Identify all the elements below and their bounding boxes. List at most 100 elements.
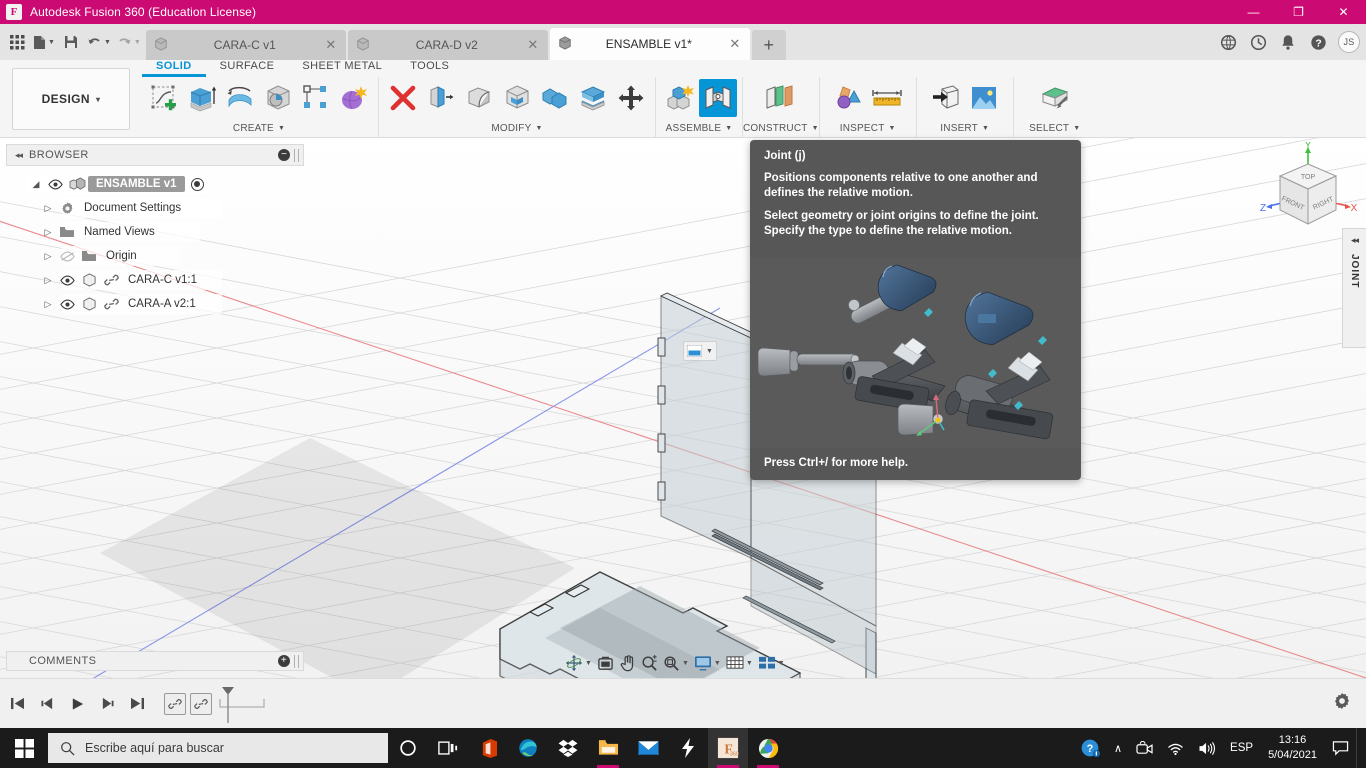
comments-panel-header[interactable]: COMMENTS +: [6, 651, 304, 671]
clock-icon[interactable]: [1244, 28, 1272, 56]
visibility-eye-off-icon[interactable]: [56, 251, 78, 262]
tree-expand-arrow[interactable]: ▷: [40, 203, 56, 214]
edge-icon[interactable]: [508, 728, 548, 768]
document-tab-cara-c[interactable]: CARA-C v1 ✕: [145, 30, 346, 60]
document-tab-close[interactable]: ✕: [526, 37, 540, 53]
tree-expand-arrow[interactable]: ▷: [40, 251, 56, 262]
volume-icon[interactable]: [1191, 728, 1223, 768]
timeline-joint-feature-2[interactable]: [190, 692, 212, 715]
redo-caret[interactable]: ▼: [134, 39, 141, 46]
extrude-icon[interactable]: [183, 79, 221, 117]
ribbon-panel-modify-label[interactable]: MODIFY ▼: [379, 119, 655, 138]
browser-minimize-icon[interactable]: −: [278, 149, 290, 161]
office-icon[interactable]: [468, 728, 508, 768]
view-cube[interactable]: Y X Z TOP FRONT RIGHT: [1256, 140, 1360, 240]
app-grid-icon[interactable]: [4, 28, 30, 56]
lightshot-icon[interactable]: [668, 728, 708, 768]
fit-icon[interactable]: ▼: [661, 652, 691, 674]
comments-add-icon[interactable]: +: [278, 655, 290, 667]
pan-icon[interactable]: [617, 652, 638, 674]
taskbar-search-box[interactable]: Escribe aquí para buscar: [48, 733, 388, 763]
file-explorer-icon[interactable]: [588, 728, 628, 768]
look-at-icon[interactable]: [595, 652, 616, 674]
orbit-caret[interactable]: ▼: [585, 660, 592, 667]
bell-icon[interactable]: [1274, 28, 1302, 56]
fit-caret[interactable]: ▼: [682, 660, 689, 667]
new-component-icon[interactable]: [661, 79, 699, 117]
tree-item-cara-a[interactable]: ▷ CARA-A v2:1: [6, 292, 304, 316]
tab-sheet-metal[interactable]: SHEET METAL: [288, 60, 396, 77]
user-avatar[interactable]: JS: [1338, 31, 1360, 53]
show-desktop-button[interactable]: [1356, 728, 1364, 768]
tree-item-document-settings[interactable]: ▷ Document Settings: [6, 196, 304, 220]
joint-panel-collapse-icon[interactable]: ◂◂: [1351, 235, 1359, 246]
ribbon-panel-insert-label[interactable]: INSERT ▼: [917, 119, 1013, 138]
form-icon[interactable]: [335, 79, 373, 117]
zoom-icon[interactable]: [639, 652, 660, 674]
browser-resize-grip[interactable]: [294, 148, 299, 162]
maximize-button[interactable]: ❐: [1276, 0, 1321, 24]
split-face-icon[interactable]: [574, 79, 612, 117]
tree-item-cara-c[interactable]: ▷ CARA-C v1:1: [6, 268, 304, 292]
document-tab-close[interactable]: ✕: [324, 37, 338, 53]
mini-toolbar-caret[interactable]: ▼: [706, 348, 713, 355]
meet-now-icon[interactable]: [1129, 728, 1160, 768]
insert-derive-icon[interactable]: [927, 79, 965, 117]
combine-icon[interactable]: [536, 79, 574, 117]
tab-tools[interactable]: TOOLS: [396, 60, 463, 77]
step-back-icon[interactable]: [34, 691, 60, 717]
select-icon[interactable]: [1036, 79, 1074, 117]
create-sketch-icon[interactable]: [145, 79, 183, 117]
step-forward-icon[interactable]: [94, 691, 120, 717]
joint-dialog-collapsed[interactable]: ◂◂ JOINT: [1342, 228, 1366, 348]
fusion360-icon[interactable]: F 360: [708, 728, 748, 768]
notifications-icon[interactable]: [1325, 728, 1356, 768]
language-indicator[interactable]: ESP: [1223, 728, 1260, 768]
tab-surface[interactable]: SURFACE: [206, 60, 289, 77]
browser-collapse-icon[interactable]: ◂◂: [15, 150, 23, 161]
design-workspace-dropdown[interactable]: DESIGN ▾: [12, 68, 130, 130]
document-tab-close[interactable]: ✕: [728, 36, 742, 52]
move-copy-icon[interactable]: [612, 79, 650, 117]
tree-item-origin[interactable]: ▷ Origin: [6, 244, 304, 268]
redo-icon[interactable]: ▼: [114, 28, 144, 56]
taskbar-clock[interactable]: 13:16 5/04/2021: [1260, 728, 1325, 768]
visibility-eye-icon[interactable]: [44, 179, 66, 190]
viewports-icon[interactable]: ▼: [756, 652, 787, 674]
timeline-joint-feature-1[interactable]: [164, 692, 186, 715]
joint-icon[interactable]: [699, 79, 737, 117]
tree-expand-arrow[interactable]: ◢: [28, 179, 44, 190]
activate-component-radio[interactable]: [190, 177, 204, 191]
display-settings-icon[interactable]: ▼: [692, 652, 723, 674]
dropbox-icon[interactable]: [548, 728, 588, 768]
delete-icon[interactable]: [384, 79, 422, 117]
interference-icon[interactable]: [830, 79, 868, 117]
cortana-icon[interactable]: [388, 728, 428, 768]
canvas-image-icon[interactable]: [965, 79, 1003, 117]
timeline-settings-icon[interactable]: [1332, 691, 1352, 716]
grid-snaps-caret[interactable]: ▼: [746, 660, 753, 667]
minimize-button[interactable]: —: [1231, 0, 1276, 24]
show-hidden-icons-chevron[interactable]: ∧: [1107, 728, 1129, 768]
tree-expand-arrow[interactable]: ▷: [40, 275, 56, 286]
ribbon-panel-select-label[interactable]: SELECT ▼: [1014, 119, 1096, 138]
ribbon-panel-assemble-label[interactable]: ASSEMBLE ▼: [656, 119, 742, 138]
undo-caret[interactable]: ▼: [104, 39, 111, 46]
document-tab-cara-d[interactable]: CARA-D v2 ✕: [347, 30, 548, 60]
display-settings-caret[interactable]: ▼: [714, 660, 721, 667]
help-badge-icon[interactable]: ?: [1073, 728, 1107, 768]
shell-icon[interactable]: [498, 79, 536, 117]
tree-item-ensamble[interactable]: ◢ ENSAMBLE v1: [6, 172, 304, 196]
viewports-caret[interactable]: ▼: [778, 660, 785, 667]
play-icon[interactable]: [64, 691, 90, 717]
help-icon[interactable]: ?: [1304, 28, 1332, 56]
globe-icon[interactable]: [1214, 28, 1242, 56]
undo-icon[interactable]: ▼: [84, 28, 114, 56]
start-button[interactable]: [0, 728, 48, 768]
save-icon[interactable]: [58, 28, 84, 56]
timeline-playhead[interactable]: [220, 685, 236, 730]
mail-icon[interactable]: [628, 728, 668, 768]
comments-resize-grip[interactable]: [294, 654, 299, 668]
canvas-mini-toolbar[interactable]: ▼: [683, 341, 717, 361]
tab-solid[interactable]: SOLID: [142, 60, 206, 77]
